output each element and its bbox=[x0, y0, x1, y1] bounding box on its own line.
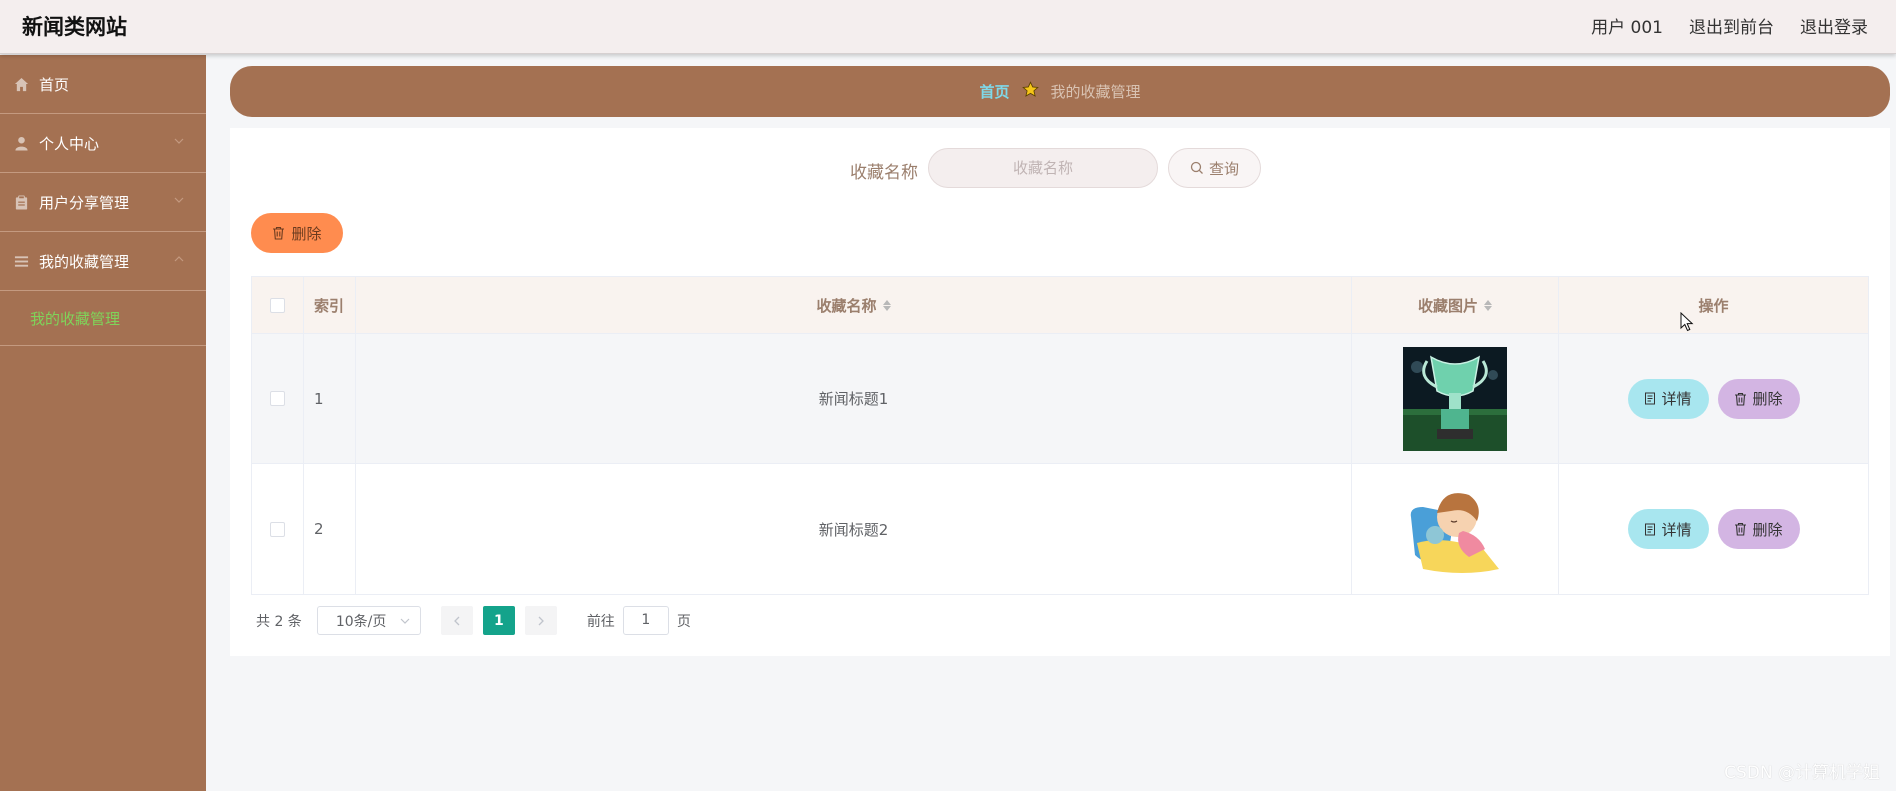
row-index: 1 bbox=[304, 334, 356, 463]
user-icon bbox=[14, 136, 29, 151]
document-icon bbox=[1645, 523, 1656, 535]
sidebar-item-home[interactable]: 首页 bbox=[0, 55, 206, 114]
table-header-row: 索引 收藏名称 收藏图片 操作 bbox=[252, 277, 1868, 334]
trash-icon bbox=[1735, 522, 1747, 536]
goto-page: 前往 1 页 bbox=[587, 606, 691, 635]
site-title: 新闻类网站 bbox=[22, 15, 127, 39]
sidebar-item-share-management[interactable]: 用户分享管理 bbox=[0, 173, 206, 232]
chevron-down-icon bbox=[174, 138, 184, 144]
row-checkbox[interactable] bbox=[270, 521, 285, 537]
total-count: 共 2 条 bbox=[256, 613, 302, 630]
chevron-left-icon bbox=[453, 616, 460, 625]
batch-delete-label: 删除 bbox=[291, 224, 322, 243]
search-label: 收藏名称 bbox=[850, 163, 918, 183]
detail-button-label: 详情 bbox=[1661, 390, 1692, 408]
exit-to-front-link[interactable]: 退出到前台 bbox=[1689, 13, 1774, 38]
detail-button[interactable]: 详情 bbox=[1627, 509, 1709, 549]
row-name: 新闻标题2 bbox=[356, 464, 1352, 594]
sort-icon[interactable] bbox=[882, 299, 891, 311]
table-row: 1 新闻标题1 详情 删除 bbox=[252, 334, 1868, 464]
detail-button[interactable]: 详情 bbox=[1627, 378, 1709, 419]
row-name: 新闻标题1 bbox=[356, 334, 1352, 463]
column-header-image[interactable]: 收藏图片 bbox=[1352, 277, 1559, 333]
row-checkbox[interactable] bbox=[270, 391, 285, 406]
top-links: 用户 001 退出到前台 退出登录 bbox=[1591, 13, 1868, 38]
column-header-name[interactable]: 收藏名称 bbox=[356, 277, 1352, 333]
sidebar-item-label: 我的收藏管理 bbox=[39, 252, 130, 271]
next-page-button[interactable] bbox=[524, 606, 557, 635]
goto-suffix: 页 bbox=[676, 613, 691, 630]
search-button[interactable]: 查询 bbox=[1168, 148, 1261, 188]
search-icon bbox=[1190, 161, 1203, 174]
column-header-name-label: 收藏名称 bbox=[816, 296, 877, 315]
sidebar-subitem-my-favorites[interactable]: 我的收藏管理 bbox=[0, 291, 206, 346]
page-size-select[interactable]: 10条/页 bbox=[316, 606, 421, 635]
clipboard-icon bbox=[14, 194, 29, 210]
list-icon bbox=[14, 254, 29, 269]
sort-icon[interactable] bbox=[1484, 299, 1492, 311]
select-all-checkbox[interactable] bbox=[270, 297, 285, 313]
search-button-label: 查询 bbox=[1208, 159, 1239, 178]
chevron-up-icon bbox=[174, 256, 184, 262]
user-menu[interactable]: 用户 001 bbox=[1591, 13, 1663, 38]
chevron-down-icon bbox=[174, 197, 184, 203]
page-number-current[interactable]: 1 bbox=[482, 606, 515, 635]
trash-icon bbox=[273, 226, 285, 240]
chevron-down-icon bbox=[400, 618, 410, 624]
row-index: 2 bbox=[304, 464, 356, 594]
trophy-thumbnail bbox=[1403, 346, 1507, 451]
chevron-right-icon bbox=[538, 616, 544, 625]
breadcrumb-home-link[interactable]: 首页 bbox=[979, 81, 1009, 102]
trash-icon bbox=[1735, 392, 1747, 406]
table-row: 2 新闻标题2 详情 删除 bbox=[252, 464, 1868, 594]
document-icon bbox=[1645, 392, 1656, 405]
breadcrumb: 首页 我的收藏管理 bbox=[230, 66, 1890, 117]
goto-prefix: 前往 bbox=[586, 613, 615, 630]
sidebar-item-favorites-management[interactable]: 我的收藏管理 bbox=[0, 232, 206, 291]
mouse-cursor-icon bbox=[1680, 312, 1694, 332]
sidebar-item-personal-center[interactable]: 个人中心 bbox=[0, 114, 206, 173]
watermark: CSDN @计算机学姐 bbox=[1724, 763, 1880, 783]
sidebar-item-label: 用户分享管理 bbox=[39, 193, 130, 212]
prev-page-button[interactable] bbox=[440, 606, 473, 635]
delete-button-label: 删除 bbox=[1752, 520, 1783, 539]
sidebar-item-label: 首页 bbox=[39, 75, 70, 94]
sidebar-item-label: 个人中心 bbox=[39, 134, 100, 153]
breadcrumb-current: 我的收藏管理 bbox=[1050, 83, 1141, 101]
page-size-value: 10条/页 bbox=[335, 613, 387, 630]
delete-button[interactable]: 删除 bbox=[1717, 378, 1800, 419]
goto-page-input[interactable]: 1 bbox=[622, 606, 669, 635]
search-input[interactable]: 收藏名称 bbox=[928, 148, 1158, 188]
detail-button-label: 详情 bbox=[1661, 520, 1692, 539]
batch-delete-button[interactable]: 删除 bbox=[251, 213, 343, 253]
content-panel: 收藏名称 收藏名称 查询 删除 索引 收藏名称 收藏图片 操作 1 新闻标题1 bbox=[230, 128, 1890, 656]
sleeping-girl-thumbnail bbox=[1403, 477, 1507, 581]
logout-link[interactable]: 退出登录 bbox=[1800, 13, 1868, 38]
column-header-index: 索引 bbox=[304, 277, 356, 333]
favorites-table: 索引 收藏名称 收藏图片 操作 1 新闻标题1 详情 删除 2 新闻标题2 详情… bbox=[251, 276, 1869, 595]
delete-button[interactable]: 删除 bbox=[1717, 509, 1800, 549]
home-icon bbox=[14, 77, 29, 92]
star-icon bbox=[1021, 81, 1039, 102]
delete-button-label: 删除 bbox=[1752, 390, 1783, 408]
column-header-image-label: 收藏图片 bbox=[1417, 296, 1478, 315]
column-header-actions: 操作 bbox=[1698, 296, 1729, 315]
sidebar: 首页 个人中心 用户分享管理 我的收藏管理 我的收藏管理 bbox=[0, 55, 206, 791]
pagination: 共 2 条 10条/页 1 前往 1 页 bbox=[256, 606, 691, 635]
top-bar: 新闻类网站 用户 001 退出到前台 退出登录 bbox=[0, 0, 1896, 54]
